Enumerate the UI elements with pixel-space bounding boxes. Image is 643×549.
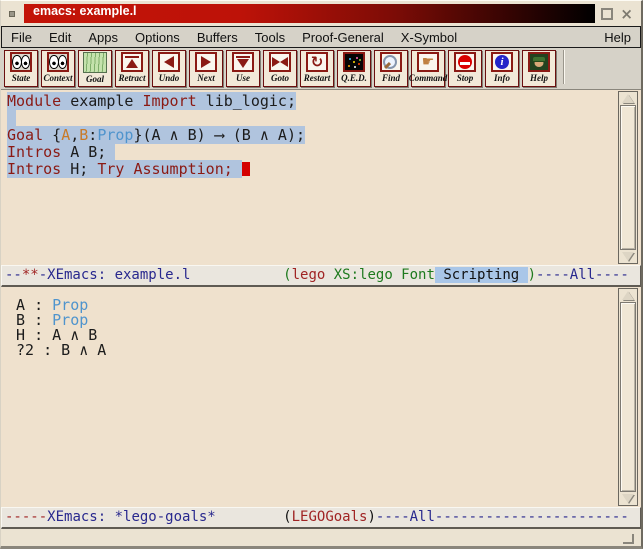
goals-scrollbar [616,287,641,507]
scroll-up-arrow-icon[interactable] [619,289,637,302]
toolbar-button-label: Help [530,73,548,83]
locked-region: Module example Import lib_logic; [7,92,296,110]
eyes-icon [10,52,32,72]
info-circle-icon [491,52,513,72]
triangle-up-bar-icon [121,52,143,72]
state-button[interactable]: State [4,50,38,87]
context-button[interactable]: Context [41,50,75,87]
info-button[interactable]: Info [485,50,519,87]
goals-modeline: -----XEmacs: *lego-goals* (LEGOGoals)---… [1,507,641,529]
buffer-line: B : Prop [7,313,616,328]
xemacs-window: emacs: example.l × File Edit Apps Options Bu… [0,0,643,549]
triangle-right-icon [195,52,217,72]
window-controls: × [595,8,641,20]
scrollbar-trough[interactable] [618,91,638,264]
restart-button[interactable]: Restart [300,50,334,87]
menu-bar: File Edit Apps Options Buffers Tools Proof-Gen… [1,26,641,48]
scroll-down-arrow-icon[interactable] [619,250,637,263]
window-title-row: emacs: example.l × [1,1,641,26]
script-scrollbar [616,90,641,265]
next-button[interactable]: Next [189,50,223,87]
qed-button[interactable]: Q.E.D. [337,50,371,87]
goals-buffer[interactable]: A : Prop B : Prop H : A ∧ B ?2 : B ∧ A [1,287,616,507]
scroll-up-arrow-icon[interactable] [619,92,637,105]
window-title: emacs: example.l [33,4,137,18]
toolbar-button-label: Next [197,73,215,83]
echo-area[interactable] [1,529,641,546]
scroll-down-arrow-icon[interactable] [619,492,637,505]
menu-item-tools[interactable]: Tools [255,30,285,45]
triangle-left-icon [158,52,180,72]
help-button[interactable]: Help [522,50,556,87]
goals-buffer-window: A : Prop B : Prop H : A ∧ B ?2 : B ∧ A [1,287,641,507]
scrollbar-thumb[interactable] [620,302,636,492]
toolbar-button-label: State [12,73,31,83]
menu-item-proof-general[interactable]: Proof-General [302,30,384,45]
fireworks-icon [343,52,365,72]
buffer-line: Intros A B; [7,144,616,161]
scrollbar-thumb[interactable] [620,105,636,250]
toolbar-button-label: Info [494,73,510,83]
title-bar[interactable]: emacs: example.l [24,4,595,23]
toolbar-button-label: Restart [304,73,331,83]
resize-grip-icon[interactable] [623,534,634,544]
toolbar-separator [563,50,565,84]
toolbar-button-label: Goto [271,73,289,83]
buffer-line: Goal {A,B:Prop}(A ∧ B) ⟶ (B ∧ A); [7,127,616,144]
find-button[interactable]: Find [374,50,408,87]
retract-button[interactable]: Retract [115,50,149,87]
use-button[interactable]: Use [226,50,260,87]
toolbar-button-label: Use [236,73,250,83]
buffer-line: Intros H; Try Assumption; [7,161,616,178]
buffer-line [7,110,616,127]
scrollbar-trough[interactable] [618,288,638,506]
script-modeline: --**-XEmacs: example.l (lego XS:lego Fon… [1,265,641,287]
toolbar-button-label: Goal [86,74,104,84]
menu-item-buffers[interactable]: Buffers [197,30,238,45]
buffer-line: Module example Import lib_logic; [7,93,616,110]
circular-arrows-icon [306,52,328,72]
menu-item-edit[interactable]: Edit [49,30,71,45]
menu-item-options[interactable]: Options [135,30,180,45]
command-button[interactable]: Command [411,50,445,87]
buffer-line: ?2 : B ∧ A [7,343,616,358]
stop-button[interactable]: Stop [448,50,482,87]
goto-button[interactable]: Goto [263,50,297,87]
undo-button[interactable]: Undo [152,50,186,87]
toolbar-button-label: Retract [119,73,146,83]
magnifier-icon [380,52,402,72]
locked-region: Intros H; Try Assumption; [7,160,242,178]
toolbar-button-label: Stop [457,73,474,83]
menu-item-file[interactable]: File [11,30,32,45]
buffer-line: A : Prop [7,298,616,313]
bowtie-icon [269,52,291,72]
window-menu-dot-icon[interactable] [9,11,15,17]
toolbar-button-label: Find [382,73,400,83]
face-icon [528,52,550,72]
pointing-hand-icon [417,52,439,72]
menu-item-help[interactable]: Help [604,30,631,45]
locked-region [7,109,16,127]
no-entry-icon [454,52,476,72]
maximize-button[interactable] [601,8,613,20]
script-buffer[interactable]: Module example Import lib_logic; Goal {A… [1,90,616,265]
goal-button[interactable]: Goal [78,50,112,87]
text-cursor [242,162,250,176]
toolbar-button-label: Q.E.D. [341,73,367,83]
locked-region: Goal {A,B:Prop}(A ∧ B) ⟶ (B ∧ A); [7,126,305,144]
menu-item-apps[interactable]: Apps [88,30,118,45]
script-buffer-window: Module example Import lib_logic; Goal {A… [1,90,641,265]
toolbar-button-label: Context [43,73,72,83]
close-button[interactable]: × [620,8,633,20]
toolbar-button-label: Command [409,73,448,83]
eyes-icon [47,52,69,72]
triangle-down-bar-icon [232,52,254,72]
goal-picture-icon [83,52,107,73]
toolbar-button-label: Undo [159,73,180,83]
proof-general-toolbar: State Context Goal Retract Undo Next Use Goto Re… [1,48,641,90]
locked-region: Intros A B; [7,143,115,161]
menu-item-x-symbol[interactable]: X-Symbol [401,30,457,45]
